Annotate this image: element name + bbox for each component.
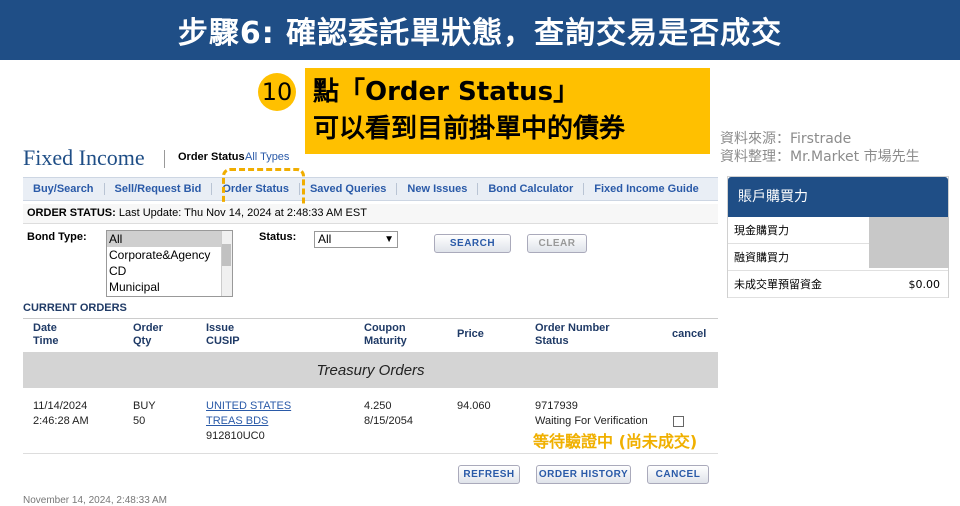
cancel-button[interactable]: CANCEL — [647, 465, 709, 484]
order-price: 94.060 — [457, 400, 491, 412]
callout-line-2: 可以看到目前掛單中的債券 — [313, 114, 626, 144]
status-select[interactable]: All ▼ — [314, 231, 398, 248]
source-note: 資料來源：Firstrade 資料整理：Mr.Market 市場先生 — [720, 130, 920, 166]
order-side-qty: BUY 50 — [133, 400, 156, 427]
last-update-text: Last Update: Thu Nov 14, 2024 at 2:48:33… — [118, 207, 367, 219]
nav-buy-search[interactable]: Buy/Search — [23, 183, 105, 195]
nav-fixed-income-guide[interactable]: Fixed Income Guide — [584, 183, 709, 195]
slide-title: 步驟6: 確認委託單狀態，查詢交易是否成交 — [177, 16, 783, 51]
col-order-qty: Order Qty — [133, 322, 163, 347]
nav-sell-request-bid[interactable]: Sell/Request Bid — [105, 183, 213, 195]
treasury-orders-group: Treasury Orders — [23, 352, 718, 388]
page-title: Fixed Income — [23, 145, 145, 170]
bond-type-option[interactable]: Corporate&Agency — [107, 247, 232, 263]
issue-link[interactable]: UNITED STATES — [206, 399, 291, 414]
order-history-button[interactable]: ORDER HISTORY — [536, 465, 631, 484]
all-types-link[interactable]: All Types — [245, 151, 289, 163]
callout-line-1: 點「Order Status」 — [313, 77, 580, 107]
col-order-number-status: Order Number Status — [535, 322, 610, 347]
col-coupon-maturity: Coupon Maturity — [364, 322, 407, 347]
status-select-value: All — [318, 232, 332, 246]
callout-box: 點「Order Status」 可以看到目前掛單中的債券 — [305, 68, 710, 154]
source-line-1: 資料來源：Firstrade — [720, 131, 852, 147]
nav-new-issues[interactable]: New Issues — [397, 183, 479, 195]
cusip-value: 912810UC0 — [206, 430, 265, 442]
cancel-checkbox[interactable] — [673, 416, 684, 427]
slide-title-banner: 步驟6: 確認委託單狀態，查詢交易是否成交 — [0, 0, 960, 60]
bond-type-option[interactable]: CD — [107, 263, 232, 279]
search-button[interactable]: SEARCH — [434, 234, 511, 253]
order-coupon-maturity: 4.250 8/15/2054 — [364, 400, 413, 427]
bond-type-label: Bond Type: — [27, 231, 87, 243]
bond-type-option[interactable]: Municipal — [107, 279, 232, 295]
redacted-values — [869, 217, 949, 268]
step-number-badge: 10 — [258, 73, 296, 111]
refresh-button[interactable]: REFRESH — [458, 465, 520, 484]
waiting-verification-note: 等待驗證中 (尚未成交) — [533, 432, 698, 451]
footer-timestamp: November 14, 2024, 2:48:33 AM — [23, 495, 167, 506]
bond-type-listbox[interactable]: All Corporate&Agency CD Municipal — [106, 230, 233, 297]
order-date-time: 11/14/2024 2:46:28 AM — [33, 400, 89, 427]
clear-button[interactable]: CLEAR — [527, 234, 587, 253]
reserved-funds-row: 未成交單預留資金 $0.00 — [728, 271, 948, 298]
nav-bond-calculator[interactable]: Bond Calculator — [478, 183, 585, 195]
col-date-time: Date Time — [33, 322, 59, 347]
buying-power-title: 賬戶購買力 — [728, 177, 948, 217]
nav-saved-queries[interactable]: Saved Queries — [300, 183, 398, 195]
bond-type-option[interactable]: All — [107, 231, 232, 247]
order-status-bar: ORDER STATUS: Last Update: Thu Nov 14, 2… — [23, 204, 718, 224]
order-status-heading: Order Status — [178, 151, 245, 163]
col-price: Price — [457, 328, 484, 340]
row-divider — [23, 453, 718, 454]
source-line-2: 資料整理：Mr.Market 市場先生 — [720, 149, 920, 165]
order-status-bar-label: ORDER STATUS: — [27, 207, 116, 219]
order-number-status: 9717939 Waiting For Verification — [535, 400, 648, 427]
nav-bar: Buy/Search Sell/Request Bid Order Status… — [23, 177, 718, 201]
status-label: Status: — [259, 231, 297, 243]
order-issue: UNITED STATES TREAS BDS 912810UC0 — [206, 399, 291, 444]
issue-link-line-2[interactable]: TREAS BDS — [206, 414, 291, 429]
chevron-down-icon: ▼ — [384, 234, 394, 245]
col-issue-cusip: Issue CUSIP — [206, 322, 240, 347]
current-orders-heading: CURRENT ORDERS — [23, 302, 127, 314]
listbox-scrollbar[interactable] — [221, 231, 232, 296]
scrollbar-thumb[interactable] — [222, 244, 231, 266]
col-cancel: cancel — [672, 328, 707, 340]
title-divider — [164, 150, 165, 168]
